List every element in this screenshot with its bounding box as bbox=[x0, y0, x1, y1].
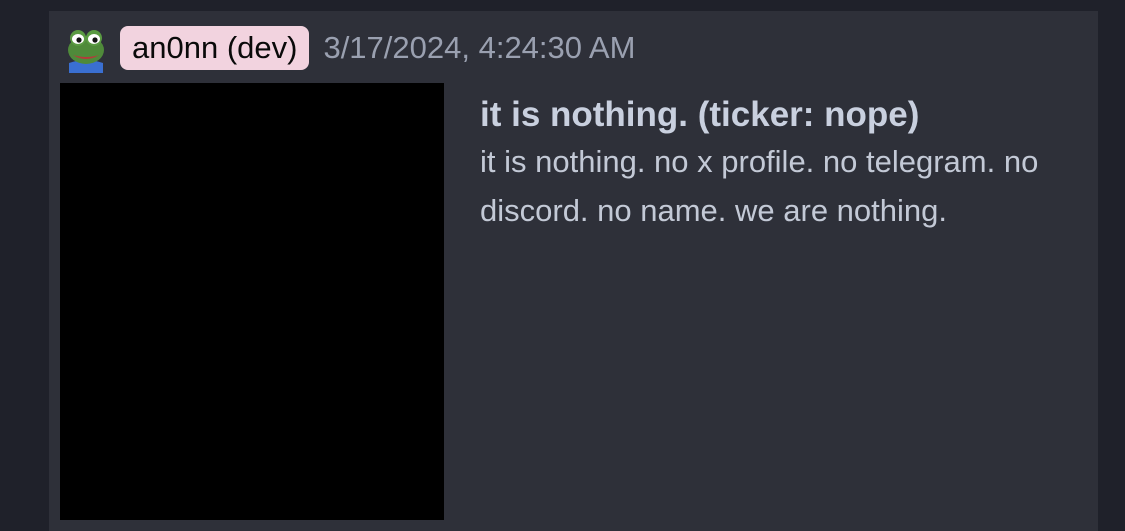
token-post-card[interactable]: an0nn (dev) 3/17/2024, 4:24:30 AM it is … bbox=[49, 11, 1098, 531]
post-content: it is nothing. (ticker: nope) it is noth… bbox=[480, 93, 1080, 235]
token-title: it is nothing. (ticker: nope) bbox=[480, 95, 920, 134]
author-name-badge[interactable]: an0nn (dev) bbox=[120, 26, 310, 70]
token-description: it is nothing. no x profile. no telegram… bbox=[480, 144, 1039, 228]
pepe-frog-icon[interactable] bbox=[61, 23, 111, 73]
post-timestamp: 3/17/2024, 4:24:30 AM bbox=[323, 30, 636, 65]
post-header: an0nn (dev) 3/17/2024, 4:24:30 AM bbox=[61, 23, 635, 73]
token-image[interactable] bbox=[60, 83, 444, 520]
